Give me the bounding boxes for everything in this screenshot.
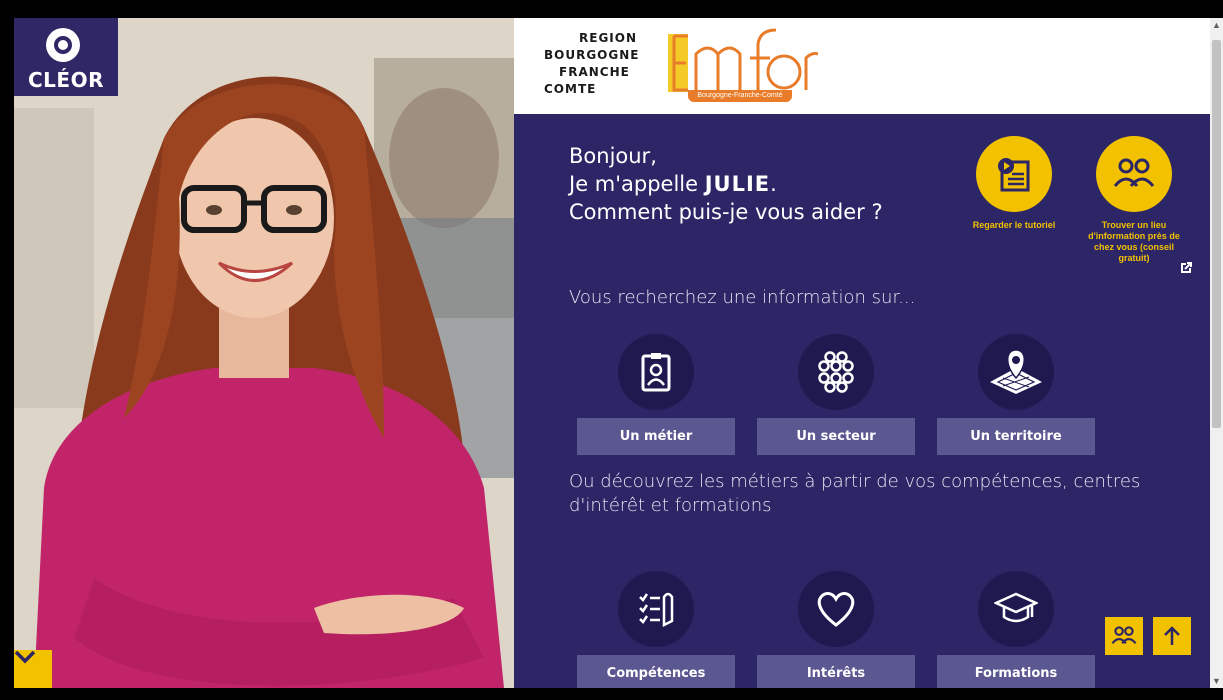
people-icon <box>1096 136 1172 212</box>
formations-button[interactable]: Formations <box>937 655 1095 688</box>
category-territoire: Un territoire <box>937 334 1095 455</box>
greeting-line-3: Comment puis-je vous aider ? <box>569 200 883 224</box>
category-interets: Intérêts <box>757 571 915 688</box>
category-metier: Un métier <box>577 334 735 455</box>
network-cluster-icon[interactable] <box>798 334 874 410</box>
arrow-up-icon <box>1164 626 1180 645</box>
browser-frame: CLÉOR REGION BOURGOGNE FRANCHE COMTE Bou… <box>0 0 1223 700</box>
chevron-down-icon <box>14 650 36 664</box>
graduation-cap-icon[interactable] <box>978 571 1054 647</box>
scrollbar-thumb[interactable] <box>1212 40 1221 428</box>
map-pin-icon[interactable] <box>978 334 1054 410</box>
greeting-line-2: Je m'appelle JULIE. <box>569 170 883 198</box>
assistant-name: JULIE <box>704 172 771 196</box>
assistant-panel: Bonjour, Je m'appelle JULIE. Comment pui… <box>514 114 1210 688</box>
contact-people-button[interactable] <box>1105 617 1143 655</box>
scroll-down-arrow-icon[interactable]: ▼ <box>1210 674 1223 688</box>
search-info-title: Vous recherchez une information sur... <box>569 287 916 308</box>
heart-icon[interactable] <box>798 571 874 647</box>
region-logo-line: REGION <box>579 31 637 45</box>
cleor-logo-text: CLÉOR <box>28 68 104 92</box>
watch-tutorial-link[interactable]: Regarder le tutoriel <box>964 136 1064 231</box>
right-panel: REGION BOURGOGNE FRANCHE COMTE Bourgogne… <box>514 18 1210 688</box>
category-secteur: Un secteur <box>757 334 915 455</box>
emfor-subtitle: Bourgogne-Franche-Comté <box>688 90 792 102</box>
un-metier-button[interactable]: Un métier <box>577 418 735 455</box>
region-logo-line: FRANCHE <box>559 65 630 79</box>
partner-logos-header: REGION BOURGOGNE FRANCHE COMTE Bourgogne… <box>514 18 1210 114</box>
woman-portrait-illustration <box>14 18 514 688</box>
watch-tutorial-label: Regarder le tutoriel <box>972 220 1056 230</box>
vertical-scrollbar[interactable]: ▲ ▼ <box>1210 18 1223 688</box>
cleor-logo-icon <box>46 28 80 62</box>
greeting-suffix: . <box>770 172 777 196</box>
id-badge-icon[interactable] <box>618 334 694 410</box>
find-info-place-label: Trouver un lieu d'information près de ch… <box>1088 220 1180 263</box>
discover-jobs-title: Ou découvrez les métiers à partir de vos… <box>569 471 1141 516</box>
un-territoire-button[interactable]: Un territoire <box>937 418 1095 455</box>
find-info-place-link[interactable]: Trouver un lieu d'information près de ch… <box>1084 136 1184 264</box>
region-logo-line: COMTE <box>544 82 597 96</box>
interets-button[interactable]: Intérêts <box>757 655 915 688</box>
cleor-logo[interactable]: CLÉOR <box>14 18 118 96</box>
emfor-logo[interactable]: Bourgogne-Franche-Comté <box>666 24 819 104</box>
competences-button[interactable]: Compétences <box>577 655 735 688</box>
video-tutorial-icon <box>976 136 1052 212</box>
checklist-pen-icon[interactable] <box>618 571 694 647</box>
region-bfc-logo[interactable]: REGION BOURGOGNE FRANCHE COMTE <box>544 30 656 98</box>
hero-photo: CLÉOR <box>14 18 514 688</box>
page-viewport: CLÉOR REGION BOURGOGNE FRANCHE COMTE Bou… <box>14 18 1210 688</box>
region-logo-line: BOURGOGNE <box>544 48 640 62</box>
scroll-down-button[interactable] <box>14 650 52 688</box>
category-competences: Compétences <box>577 571 735 688</box>
greeting-line-1: Bonjour, <box>569 144 657 168</box>
un-secteur-button[interactable]: Un secteur <box>757 418 915 455</box>
back-to-top-button[interactable] <box>1153 617 1191 655</box>
people-icon <box>1111 626 1137 645</box>
greeting-prefix: Je m'appelle <box>569 172 705 196</box>
greeting-text: Bonjour, Je m'appelle JULIE. Comment pui… <box>569 142 883 226</box>
scroll-up-arrow-icon[interactable]: ▲ <box>1210 18 1223 32</box>
category-formations: Formations <box>937 571 1095 688</box>
external-link-icon[interactable] <box>1180 262 1192 274</box>
